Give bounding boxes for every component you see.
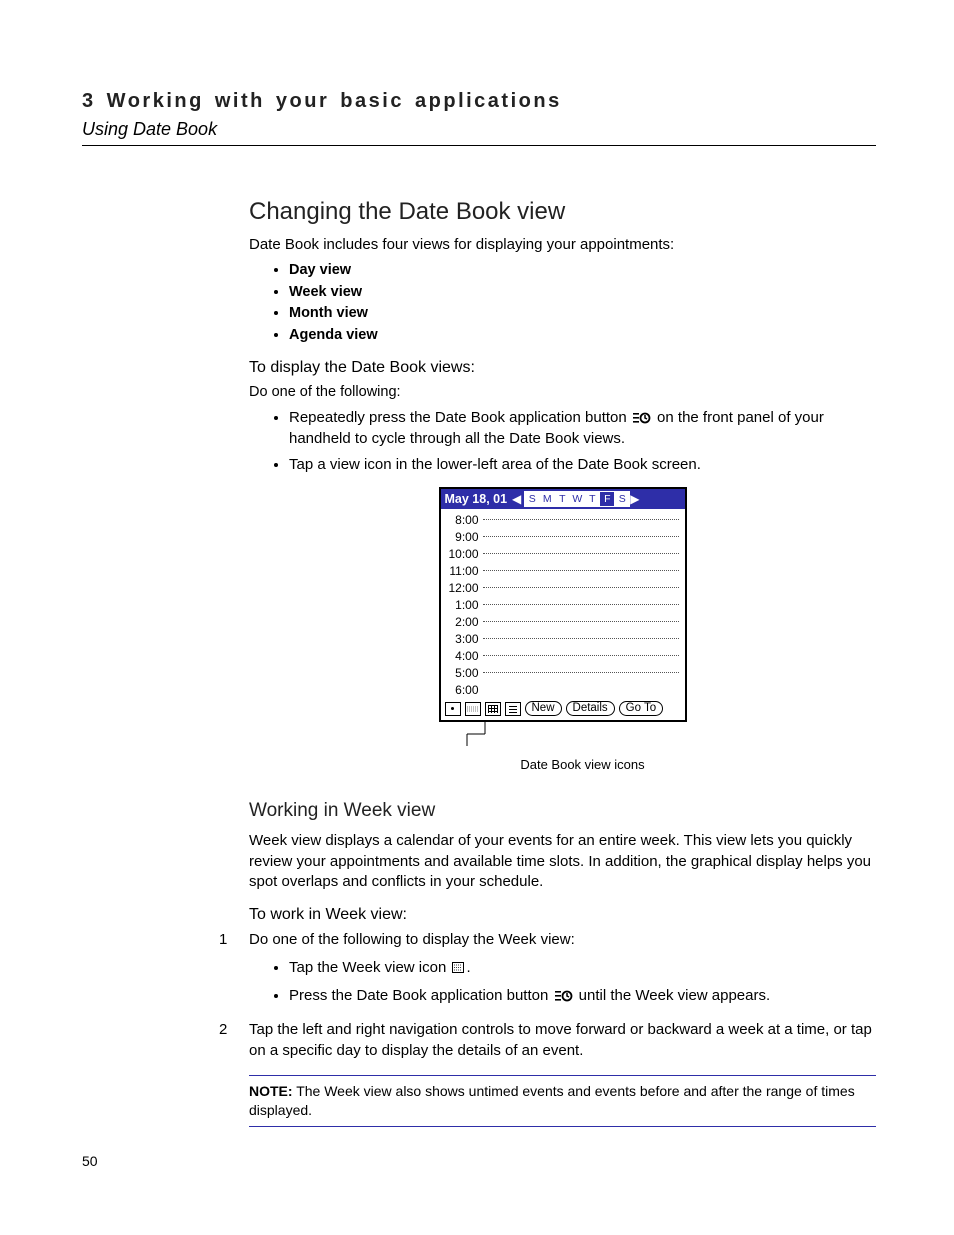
time-label: 2:00 (445, 614, 483, 630)
text: . (466, 959, 470, 976)
heading-week-view: Working in Week view (249, 798, 876, 824)
step-number: 1 (219, 930, 249, 1015)
heading-changing-view: Changing the Date Book view (249, 196, 876, 228)
time-label: 1:00 (445, 597, 483, 613)
week-view-icon[interactable] (465, 702, 481, 716)
time-label: 4:00 (445, 648, 483, 664)
slot-line[interactable] (483, 519, 679, 520)
time-label: 5:00 (445, 665, 483, 681)
list-item: Tap the Week view icon . (289, 958, 876, 978)
text: Tap the Week view icon (289, 959, 450, 976)
view-types-list: Day view Week view Month view Agenda vie… (289, 261, 876, 345)
slot-line[interactable] (483, 536, 679, 537)
goto-button[interactable]: Go To (619, 701, 663, 716)
datebook-screenshot: May 18, 01 ◀ S M T W T F S ▶ 8:00 9: (439, 487, 687, 750)
text: Press the Date Book application button (289, 987, 553, 1004)
slot-line[interactable] (483, 570, 679, 571)
day-cell[interactable]: T (554, 491, 570, 507)
sub-steps-list: Tap the Week view icon . Press the Date … (289, 958, 876, 1007)
figure-caption: Date Book view icons (289, 756, 876, 774)
day-cell[interactable]: M (539, 491, 555, 507)
list-item: Tap a view icon in the lower-left area o… (289, 455, 876, 475)
step-number: 2 (219, 1020, 249, 1061)
day-cell[interactable]: W (569, 491, 585, 507)
day-cell[interactable]: T (584, 491, 600, 507)
prev-week-arrow-icon[interactable]: ◀ (511, 491, 522, 507)
datebook-app-icon (633, 412, 651, 424)
time-label: 10:00 (445, 546, 483, 562)
next-week-arrow-icon[interactable]: ▶ (629, 491, 640, 507)
do-one-text: Do one of the following: (249, 383, 876, 403)
subheading-to-work: To work in Week view: (249, 904, 876, 926)
list-item: Day view (289, 261, 876, 281)
time-label: 12:00 (445, 580, 483, 596)
list-item: Repeatedly press the Date Book applicati… (289, 408, 876, 449)
slot-line[interactable] (483, 655, 679, 656)
slot-line[interactable] (483, 553, 679, 554)
list-item: Agenda view (289, 326, 876, 346)
week-intro-text: Week view displays a calendar of your ev… (249, 831, 876, 892)
page-header: 3 Working with your basic applications U… (82, 88, 876, 146)
time-label: 9:00 (445, 529, 483, 545)
time-label: 11:00 (445, 563, 483, 579)
details-button[interactable]: Details (566, 701, 615, 716)
day-picker[interactable]: S M T W T F S (524, 491, 629, 507)
day-cell[interactable]: S (614, 491, 630, 507)
list-item: Week view (289, 283, 876, 303)
list-item: Month view (289, 304, 876, 324)
step-text: Tap the left and right navigation contro… (249, 1020, 876, 1061)
datebook-date: May 18, 01 (443, 491, 512, 508)
month-view-icon[interactable] (485, 702, 501, 716)
slot-line[interactable] (483, 587, 679, 588)
page-number: 50 (82, 1152, 98, 1171)
slot-line[interactable] (483, 672, 679, 673)
step-text: Do one of the following to display the W… (249, 930, 876, 950)
day-cell[interactable]: S (524, 491, 540, 507)
agenda-view-icon[interactable] (505, 702, 521, 716)
time-label: 8:00 (445, 512, 483, 528)
time-label: 3:00 (445, 631, 483, 647)
slot-line[interactable] (483, 621, 679, 622)
list-item: Press the Date Book application button u… (289, 986, 876, 1006)
datebook-header: May 18, 01 ◀ S M T W T F S ▶ (441, 489, 685, 509)
new-button[interactable]: New (525, 701, 562, 716)
day-cell-selected[interactable]: F (599, 491, 615, 507)
display-steps-list: Repeatedly press the Date Book applicati… (289, 408, 876, 475)
week-view-small-icon (452, 962, 464, 973)
chapter-title: 3 Working with your basic applications (82, 88, 876, 115)
time-slots: 8:00 9:00 10:00 11:00 12:00 1:00 2:00 3:… (441, 509, 685, 698)
time-label: 6:00 (445, 682, 483, 698)
section-subtitle: Using Date Book (82, 117, 876, 141)
note-text: The Week view also shows untimed events … (249, 1083, 855, 1118)
callout-arrow-icon (457, 722, 475, 750)
intro-text: Date Book includes four views for displa… (249, 235, 876, 255)
slot-line[interactable] (483, 638, 679, 639)
subheading-to-display: To display the Date Book views: (249, 357, 876, 379)
note-box: NOTE: The Week view also shows untimed e… (249, 1075, 876, 1127)
note-label: NOTE: (249, 1083, 293, 1099)
day-view-icon[interactable] (445, 702, 461, 716)
text: until the Week view appears. (575, 987, 771, 1004)
text: Repeatedly press the Date Book applicati… (289, 409, 631, 426)
slot-line[interactable] (483, 604, 679, 605)
datebook-app-icon (555, 990, 573, 1002)
datebook-footer: New Details Go To (441, 698, 685, 720)
